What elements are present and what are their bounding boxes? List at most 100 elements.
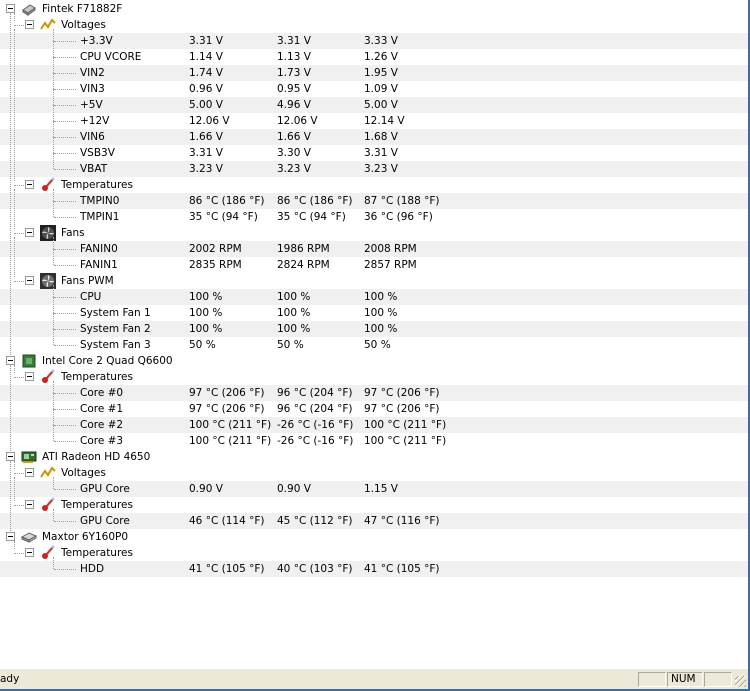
tree-line	[53, 137, 54, 153]
collapse-toggle[interactable]	[25, 372, 34, 381]
sensor-row[interactable]: GPU Core 0.90 V 0.90 V 1.15 V	[0, 481, 748, 497]
min-cell: 50 %	[277, 339, 304, 351]
sensor-row[interactable]: System Fan 2 100 % 100 % 100 %	[0, 321, 748, 337]
collapse-toggle[interactable]	[25, 180, 34, 189]
sensor-row[interactable]: TMPIN0 86 °C (186 °F) 86 °C (186 °F) 87 °C …	[0, 193, 748, 209]
value-cell: 0.96 V	[189, 83, 223, 95]
tree-line	[10, 13, 11, 357]
sensor-row[interactable]: +12V 12.06 V 12.06 V 12.14 V	[0, 113, 748, 129]
min-cell: 3.31 V	[277, 35, 311, 47]
node-label: Temperatures	[61, 179, 133, 191]
tree-line	[54, 489, 76, 490]
group-row[interactable]: Voltages	[0, 17, 748, 33]
max-cell: 1.68 V	[364, 131, 398, 143]
value-cell: 100 °C (211 °F)	[189, 435, 272, 447]
max-cell: 3.23 V	[364, 163, 398, 175]
min-cell: -26 °C (-16 °F)	[277, 435, 354, 447]
device-row[interactable]: Intel Core 2 Quad Q6600	[0, 353, 748, 369]
min-cell: 4.96 V	[277, 99, 311, 111]
value-cell: 100 %	[189, 291, 223, 303]
value-cell: 3.31 V	[189, 35, 223, 47]
sensor-row[interactable]: VSB3V 3.31 V 3.30 V 3.31 V	[0, 145, 748, 161]
node-label: TMPIN0	[80, 195, 120, 207]
collapse-toggle[interactable]	[25, 276, 34, 285]
min-cell: 45 °C (112 °F)	[277, 515, 353, 527]
collapse-toggle[interactable]	[25, 468, 34, 477]
max-cell: 87 °C (188 °F)	[364, 195, 440, 207]
group-row[interactable]: Temperatures	[0, 497, 748, 513]
num-lock-indicator: NUM	[667, 672, 703, 687]
sensor-row[interactable]: FANIN0 2002 RPM 1986 RPM 2008 RPM	[0, 241, 748, 257]
group-row[interactable]: Fans	[0, 225, 748, 241]
group-row[interactable]: Voltages	[0, 465, 748, 481]
sensor-row[interactable]: System Fan 3 50 % 50 % 50 %	[0, 337, 748, 353]
sensor-row[interactable]: TMPIN1 35 °C (94 °F) 35 °C (94 °F) 36 °C (9…	[0, 209, 748, 225]
max-cell: 100 °C (211 °F)	[364, 435, 447, 447]
sensor-row[interactable]: CPU VCORE 1.14 V 1.13 V 1.26 V	[0, 49, 748, 65]
tree-line	[53, 393, 54, 409]
device-row[interactable]: Fintek F71882F	[0, 1, 748, 17]
node-label: VIN3	[80, 83, 105, 95]
sensor-row[interactable]: Core #0 97 °C (206 °F) 96 °C (204 °F) 97 °C…	[0, 385, 748, 401]
group-row[interactable]: Temperatures	[0, 545, 748, 561]
group-row[interactable]: Fans PWM	[0, 273, 748, 289]
tree-line	[53, 73, 54, 89]
group-row[interactable]: Temperatures	[0, 177, 748, 193]
value-cell: 3.31 V	[189, 147, 223, 159]
tree-line	[53, 425, 54, 441]
tree-line	[10, 365, 11, 453]
tree-line	[54, 425, 76, 426]
tree-line	[53, 89, 54, 105]
tree-line	[53, 409, 54, 425]
group-row[interactable]: Temperatures	[0, 369, 748, 385]
collapse-toggle[interactable]	[25, 548, 34, 557]
sensor-row[interactable]: VIN3 0.96 V 0.95 V 1.09 V	[0, 81, 748, 97]
sensor-row[interactable]: HDD 41 °C (105 °F) 40 °C (103 °F) 41 °C (10…	[0, 561, 748, 577]
collapse-toggle[interactable]	[6, 4, 15, 13]
sensor-row[interactable]: +3.3V 3.31 V 3.31 V 3.33 V	[0, 33, 748, 49]
tree-line	[53, 237, 54, 249]
sensor-row[interactable]: Core #1 97 °C (206 °F) 96 °C (204 °F) 97 °C…	[0, 401, 748, 417]
collapse-toggle[interactable]	[6, 452, 15, 461]
sensor-row[interactable]: FANIN1 2835 RPM 2824 RPM 2857 RPM	[0, 257, 748, 273]
tree-line	[14, 185, 24, 186]
resize-grip[interactable]	[735, 676, 746, 687]
chip-icon	[21, 1, 37, 17]
value-cell: 35 °C (94 °F)	[189, 211, 258, 223]
max-cell: 97 °C (206 °F)	[364, 403, 440, 415]
tree-line	[53, 121, 54, 137]
sensor-row[interactable]: Core #2 100 °C (211 °F) -26 °C (-16 °F) 100…	[0, 417, 748, 433]
tree-line	[53, 477, 54, 489]
tree-line	[54, 393, 76, 394]
tree-line	[53, 153, 54, 169]
collapse-toggle[interactable]	[25, 500, 34, 509]
tree-line	[54, 329, 76, 330]
sensor-row[interactable]: VIN6 1.66 V 1.66 V 1.68 V	[0, 129, 748, 145]
node-label: VBAT	[80, 163, 108, 175]
sensor-row[interactable]: VIN2 1.74 V 1.73 V 1.95 V	[0, 65, 748, 81]
node-label: Voltages	[61, 467, 106, 479]
sensor-row[interactable]: CPU 100 % 100 % 100 %	[0, 289, 748, 305]
tree-line	[53, 285, 54, 297]
collapse-toggle[interactable]	[6, 356, 15, 365]
sensor-row[interactable]: Core #3 100 °C (211 °F) -26 °C (-16 °F) 100…	[0, 433, 748, 449]
sensor-row[interactable]: System Fan 1 100 % 100 % 100 %	[0, 305, 748, 321]
sensor-tree[interactable]: Fintek F71882F Voltages +3.3V 3.31 V 3.31 V 3…	[0, 0, 748, 668]
tree-line	[14, 377, 24, 378]
sensor-row[interactable]: VBAT 3.23 V 3.23 V 3.23 V	[0, 161, 748, 177]
tree-line	[53, 557, 54, 569]
sensor-row[interactable]: GPU Core 46 °C (114 °F) 45 °C (112 °F) 47 °…	[0, 513, 748, 529]
device-row[interactable]: ATI Radeon HD 4650	[0, 449, 748, 465]
sensor-row[interactable]: +5V 5.00 V 4.96 V 5.00 V	[0, 97, 748, 113]
min-cell: 1986 RPM	[277, 243, 330, 255]
max-cell: 2857 RPM	[364, 259, 417, 271]
node-label: System Fan 1	[80, 307, 151, 319]
tree-line	[54, 105, 76, 106]
collapse-toggle[interactable]	[25, 228, 34, 237]
tree-line	[54, 169, 76, 170]
min-cell: 96 °C (204 °F)	[277, 387, 353, 399]
device-row[interactable]: Maxtor 6Y160P0	[0, 529, 748, 545]
collapse-toggle[interactable]	[6, 532, 15, 541]
node-label: Fintek F71882F	[42, 3, 123, 15]
collapse-toggle[interactable]	[25, 20, 34, 29]
